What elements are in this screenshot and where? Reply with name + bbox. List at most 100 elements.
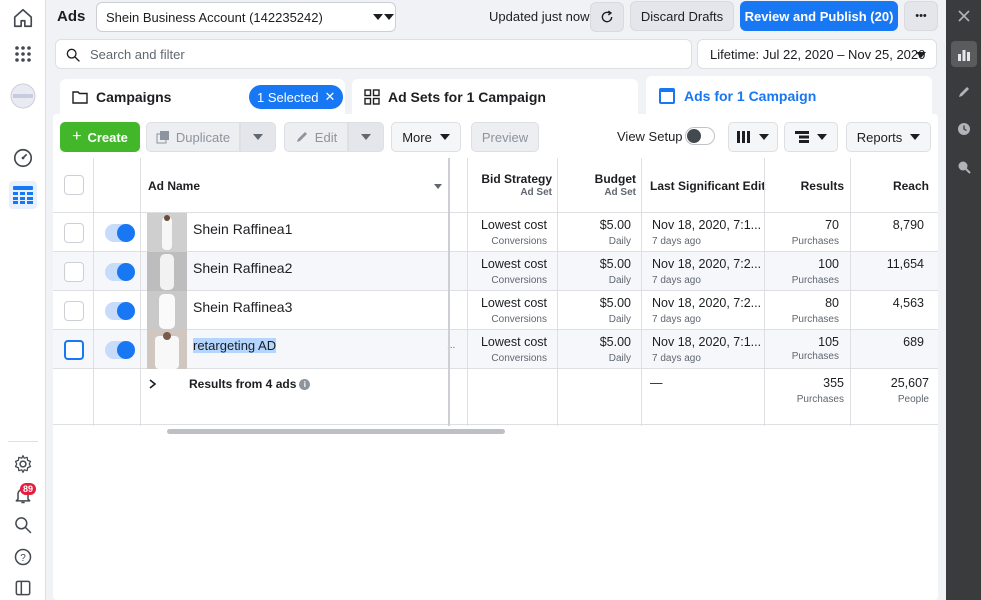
plus-icon: + (72, 128, 82, 145)
summary-last-edit: — (650, 376, 663, 390)
row-checkbox[interactable] (64, 262, 84, 282)
results: 80 (825, 296, 839, 310)
col-budget[interactable]: Budget (558, 172, 636, 186)
results: 105 (818, 335, 839, 349)
reach: 8,790 (892, 218, 924, 232)
grid-icon (364, 89, 380, 105)
col-ad-name[interactable]: Ad Name (148, 179, 200, 193)
ad-name[interactable]: Shein Raffinea3 (193, 299, 292, 315)
ad-status-toggle[interactable] (105, 302, 135, 320)
ad-thumbnail (147, 252, 187, 291)
ad-name[interactable]: retargeting AD (193, 338, 277, 353)
close-icon[interactable]: ✕ (324, 89, 335, 105)
last-edit: Nov 18, 2020, 7:2... (652, 257, 762, 271)
tab-ad-sets[interactable]: Ad Sets for 1 Campaign (352, 79, 638, 115)
sort-caret-icon[interactable] (434, 184, 442, 190)
reach: 11,654 (886, 257, 924, 271)
date-range-picker[interactable]: Lifetime: Jul 22, 2020 – Nov 25, 2020 (697, 39, 937, 69)
table-row[interactable]: Shein Raffinea1 Lowest cost Conversions … (53, 213, 938, 252)
reach: 689 (903, 335, 924, 349)
row-checkbox[interactable] (64, 301, 84, 321)
view-setup-label: View Setup (617, 129, 683, 144)
breakdown-button[interactable] (784, 122, 838, 152)
table-header: Ad Name Bid Strategy Ad Set Budget Ad Se… (53, 158, 938, 213)
tab-ads[interactable]: Ads for 1 Campaign (646, 76, 932, 116)
col-divider (557, 158, 558, 426)
edit-dropdown[interactable] (348, 122, 384, 152)
caret-down-icon (910, 134, 921, 140)
results: 70 (825, 218, 839, 232)
info-icon[interactable]: i (299, 379, 311, 391)
col-reach[interactable]: Reach (850, 179, 929, 193)
close-icon[interactable] (951, 3, 977, 29)
col-divider (850, 158, 851, 426)
apps-grid-icon[interactable] (9, 40, 37, 68)
search-placeholder: Search and filter (90, 46, 185, 62)
refresh-button[interactable] (590, 2, 624, 32)
search-icon[interactable] (9, 511, 37, 539)
more-button[interactable]: More (391, 122, 461, 152)
preview-button[interactable]: Preview (471, 122, 539, 152)
caret-down-icon (361, 134, 371, 140)
ads-manager-table-icon[interactable] (9, 181, 37, 209)
row-checkbox[interactable] (64, 223, 84, 243)
col-divider (140, 158, 141, 426)
col-last-edit[interactable]: Last Significant Edit (650, 179, 765, 193)
budget: $5.00 (599, 218, 631, 232)
summary-results-sub: Purchases (796, 394, 844, 405)
results: 100 (818, 257, 839, 271)
ad-name[interactable]: Shein Raffinea2 (193, 260, 292, 276)
col-divider (764, 158, 765, 426)
ad-name[interactable]: Shein Raffinea1 (193, 221, 292, 237)
help-icon[interactable]: ? (9, 543, 37, 571)
last-edit: Nov 18, 2020, 7:1... (652, 335, 762, 349)
svg-text:?: ? (20, 553, 26, 564)
edit-button[interactable]: Edit (284, 122, 348, 152)
reports-button[interactable]: Reports (846, 122, 931, 152)
settings-gear-icon[interactable] (9, 450, 37, 478)
account-selector[interactable]: Shein Business Account (142235242) (96, 2, 396, 32)
selected-filter-chip[interactable]: 1 Selected ✕ (249, 85, 344, 109)
ad-thumbnail (147, 291, 187, 330)
tab-ads-label: Ads for 1 Campaign (684, 88, 817, 104)
table-row[interactable]: retargeting AD ... Lowest cost Conversio… (53, 330, 938, 369)
col-bid-strategy[interactable]: Bid Strategy (469, 172, 552, 186)
budget: $5.00 (599, 257, 631, 271)
toggle-knob (117, 263, 135, 281)
create-button[interactable]: + Create (60, 122, 140, 152)
inspect-search-icon[interactable] (951, 154, 977, 180)
dashboard-gauge-icon[interactable] (9, 144, 37, 172)
chevron-right-icon[interactable] (149, 379, 157, 389)
more-options-button[interactable]: ••• (904, 1, 938, 31)
ad-status-toggle[interactable] (105, 224, 135, 242)
nav-divider (8, 441, 38, 442)
duplicate-dropdown[interactable] (240, 122, 276, 152)
select-all-checkbox[interactable] (64, 175, 84, 195)
ad-status-toggle[interactable] (105, 263, 135, 281)
home-icon[interactable] (9, 4, 37, 32)
duplicate-label: Duplicate (175, 129, 231, 145)
columns-button[interactable] (728, 122, 778, 152)
review-publish-button[interactable]: Review and Publish (20) (740, 1, 898, 31)
sidebar-toggle-icon[interactable] (9, 574, 37, 600)
ad-thumbnail (147, 213, 187, 252)
pencil-icon[interactable] (951, 79, 977, 105)
edit-label: Edit (314, 129, 338, 145)
ads-manager: 89 ? Ads Shein Business Account (1422352… (0, 0, 981, 600)
caret-down-icon[interactable] (384, 13, 394, 21)
search-filter-input[interactable]: Search and filter (55, 39, 692, 69)
row-checkbox[interactable] (64, 340, 84, 360)
discard-drafts-button[interactable]: Discard Drafts (630, 1, 734, 31)
table-row[interactable]: Shein Raffinea3 Lowest cost Conversions … (53, 291, 938, 330)
ad-status-toggle[interactable] (105, 341, 135, 359)
caret-down-icon (817, 134, 827, 140)
view-setup-toggle[interactable] (685, 127, 715, 145)
horizontal-scrollbar[interactable] (167, 429, 505, 434)
budget-sub: Daily (608, 275, 631, 286)
col-results[interactable]: Results (765, 179, 844, 193)
history-clock-icon[interactable] (951, 116, 977, 142)
table-row[interactable]: Shein Raffinea2 Lowest cost Conversions … (53, 252, 938, 291)
account-avatar[interactable] (9, 82, 37, 110)
duplicate-button[interactable]: Duplicate (146, 122, 240, 152)
bar-chart-icon[interactable] (951, 41, 977, 67)
